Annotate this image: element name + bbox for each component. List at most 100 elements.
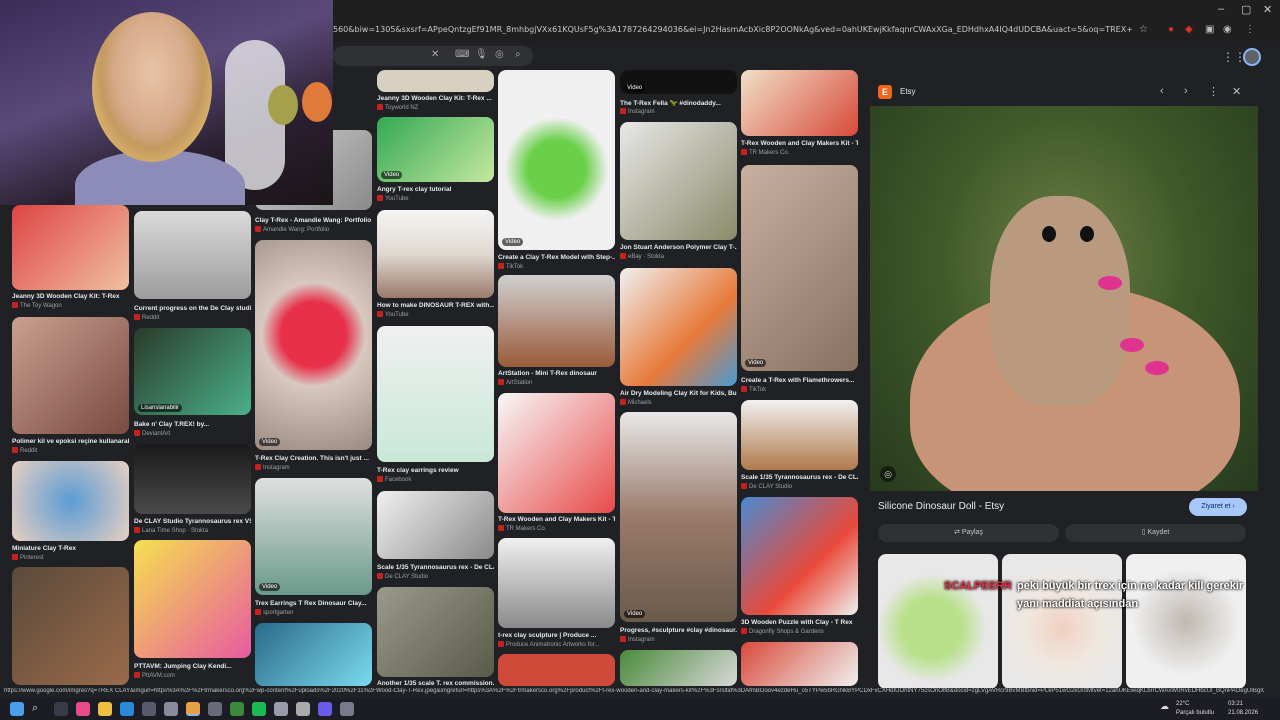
more-options-icon[interactable]: ⋮: [1208, 85, 1219, 98]
result-caption[interactable]: Miniature Clay T-Rex: [12, 545, 129, 552]
result-image[interactable]: [377, 70, 494, 92]
weather-icon[interactable]: ☁: [1160, 701, 1169, 712]
result-caption[interactable]: Polimer kil ve epoksi reçine kullanarak.…: [12, 438, 129, 445]
share-button[interactable]: ⇄ Paylaş: [878, 524, 1059, 542]
result-caption[interactable]: How to make DINOSAUR T-REX with...: [377, 302, 494, 309]
app-icon[interactable]: [274, 702, 288, 716]
lens-icon[interactable]: ◎: [495, 49, 504, 60]
app-icon[interactable]: [296, 702, 310, 716]
result-caption[interactable]: Create a T-Rex with Flamethrowers...: [741, 377, 858, 384]
profile-icon[interactable]: ◉: [1223, 24, 1232, 35]
address-bar[interactable]: 560&biw=1305&sxsrf=APpeQntzgEf91MR_8mhbg…: [333, 22, 1280, 42]
avatar[interactable]: [1243, 48, 1261, 66]
result-image[interactable]: Video: [255, 478, 372, 595]
result-image[interactable]: [255, 623, 372, 686]
result-caption[interactable]: Another 1/35 scale T. rex commission...: [377, 680, 494, 687]
result-caption[interactable]: Clay T-Rex - Amandie Wang: Portfolio: [255, 217, 372, 224]
result-image[interactable]: [620, 650, 737, 686]
clear-search-icon[interactable]: ✕: [431, 49, 439, 60]
spotify-icon[interactable]: [252, 702, 266, 716]
panel-source-name[interactable]: Etsy: [900, 87, 916, 96]
result-caption[interactable]: Jeanny 3D Wooden Clay Kit: T-Rex: [12, 293, 129, 300]
result-image[interactable]: Video: [377, 117, 494, 182]
result-image[interactable]: [498, 538, 615, 628]
result-image[interactable]: [12, 205, 129, 290]
xbox-icon[interactable]: [230, 702, 244, 716]
result-image[interactable]: Video: [255, 240, 372, 450]
result-caption[interactable]: 3D Wooden Puzzle with Clay - T Rex: [741, 619, 858, 626]
result-image[interactable]: [134, 444, 251, 514]
extensions-puzzle-icon[interactable]: ▣: [1205, 24, 1214, 35]
result-caption[interactable]: Scale 1/35 Tyrannosaurus rex - De CLA...: [377, 564, 494, 571]
result-image[interactable]: [498, 654, 615, 686]
result-caption[interactable]: The T-Rex Fella 🦖 #dinodaddy...: [620, 99, 737, 107]
app-icon[interactable]: [340, 702, 354, 716]
result-caption[interactable]: T-Rex clay earrings review: [377, 467, 494, 474]
related-image[interactable]: [1002, 554, 1122, 689]
weather-temp[interactable]: 22°C: [1176, 701, 1189, 707]
chrome-icon[interactable]: [186, 702, 200, 716]
result-caption[interactable]: ArtStation - Mini T-Rex dinosaur: [498, 370, 615, 377]
result-image[interactable]: [498, 275, 615, 367]
result-image[interactable]: [620, 122, 737, 240]
result-image[interactable]: [377, 326, 494, 462]
result-image[interactable]: Lisanslanabilir: [134, 328, 251, 415]
result-image[interactable]: Video: [620, 412, 737, 622]
result-image[interactable]: [620, 268, 737, 386]
related-image[interactable]: [878, 554, 998, 689]
result-caption[interactable]: Jon Stuart Anderson Polymer Clay T-...: [620, 244, 737, 251]
result-caption[interactable]: Current progress on the De Clay studi...: [134, 305, 251, 312]
visit-button[interactable]: Ziyaret et ›: [1189, 498, 1247, 516]
result-image[interactable]: [741, 400, 858, 470]
result-image[interactable]: [741, 642, 858, 686]
previous-icon[interactable]: ‹: [1160, 85, 1164, 97]
result-caption[interactable]: T-Rex Wooden and Clay Makers Kit - T...: [741, 140, 858, 147]
result-caption[interactable]: Progress, #sculpture #clay #dinosaur...: [620, 627, 737, 634]
result-image[interactable]: [741, 497, 858, 615]
search-taskbar-icon[interactable]: ⌕: [32, 702, 46, 716]
result-image[interactable]: [12, 567, 129, 685]
file-explorer-icon[interactable]: [98, 702, 112, 716]
result-caption[interactable]: t-rex clay sculpture | Produce ...: [498, 632, 615, 639]
extension-icon[interactable]: ◆: [1185, 24, 1193, 35]
browser-menu-icon[interactable]: ⋮: [1245, 24, 1255, 35]
maximize-icon[interactable]: ▢: [1241, 3, 1251, 16]
result-image[interactable]: [134, 540, 251, 658]
related-image[interactable]: [1126, 554, 1246, 689]
result-caption[interactable]: Angry T-rex clay tutorial: [377, 186, 494, 193]
result-caption[interactable]: De CLAY Studio Tyrannosaurus rex VS...: [134, 518, 251, 525]
save-button[interactable]: ▯ Kaydet: [1065, 524, 1246, 542]
result-caption[interactable]: Create a Clay T-Rex Model with Step-...: [498, 254, 615, 261]
app-icon[interactable]: [76, 702, 90, 716]
result-image[interactable]: [12, 461, 129, 541]
result-image[interactable]: [134, 211, 251, 299]
app-icon[interactable]: [318, 702, 332, 716]
settings-icon[interactable]: [164, 702, 178, 716]
edge-icon[interactable]: [120, 702, 134, 716]
close-icon[interactable]: ✕: [1232, 85, 1241, 98]
result-caption[interactable]: Trex Earrings T Rex Dinosaur Clay...: [255, 600, 372, 607]
next-icon[interactable]: ›: [1184, 85, 1188, 97]
lens-search-icon[interactable]: ◎: [880, 466, 896, 482]
search-box[interactable]: ✕ ⌨ 🎙 ◎ ⌕: [333, 46, 533, 66]
result-caption[interactable]: T-Rex Clay Creation. This isn't just ...: [255, 455, 372, 462]
microphone-icon[interactable]: 🎙: [475, 49, 488, 60]
result-image[interactable]: [377, 210, 494, 298]
close-window-icon[interactable]: ✕: [1263, 3, 1272, 16]
extension-red-icon[interactable]: ●: [1168, 24, 1174, 35]
result-caption[interactable]: Jeanny 3D Wooden Clay Kit: T-Rex ...: [377, 95, 494, 102]
store-icon[interactable]: [142, 702, 156, 716]
result-image[interactable]: Video: [620, 70, 737, 94]
result-image[interactable]: [498, 393, 615, 513]
result-image[interactable]: [377, 491, 494, 559]
result-image[interactable]: Video: [498, 70, 615, 250]
result-caption[interactable]: Scale 1/35 Tyrannosaurus rex - De CLA...: [741, 474, 858, 481]
clock-time[interactable]: 03:21: [1228, 701, 1243, 707]
result-image[interactable]: [741, 70, 858, 136]
bookmark-star-icon[interactable]: ☆: [1139, 24, 1148, 35]
result-image[interactable]: [12, 317, 129, 434]
result-caption[interactable]: PTTAVM: Jumping Clay Kendi...: [134, 663, 251, 670]
start-icon[interactable]: [10, 702, 24, 716]
result-caption[interactable]: Bake n' Clay T.REX! by...: [134, 421, 251, 428]
product-title[interactable]: Silicone Dinosaur Doll - Etsy: [878, 501, 1004, 512]
